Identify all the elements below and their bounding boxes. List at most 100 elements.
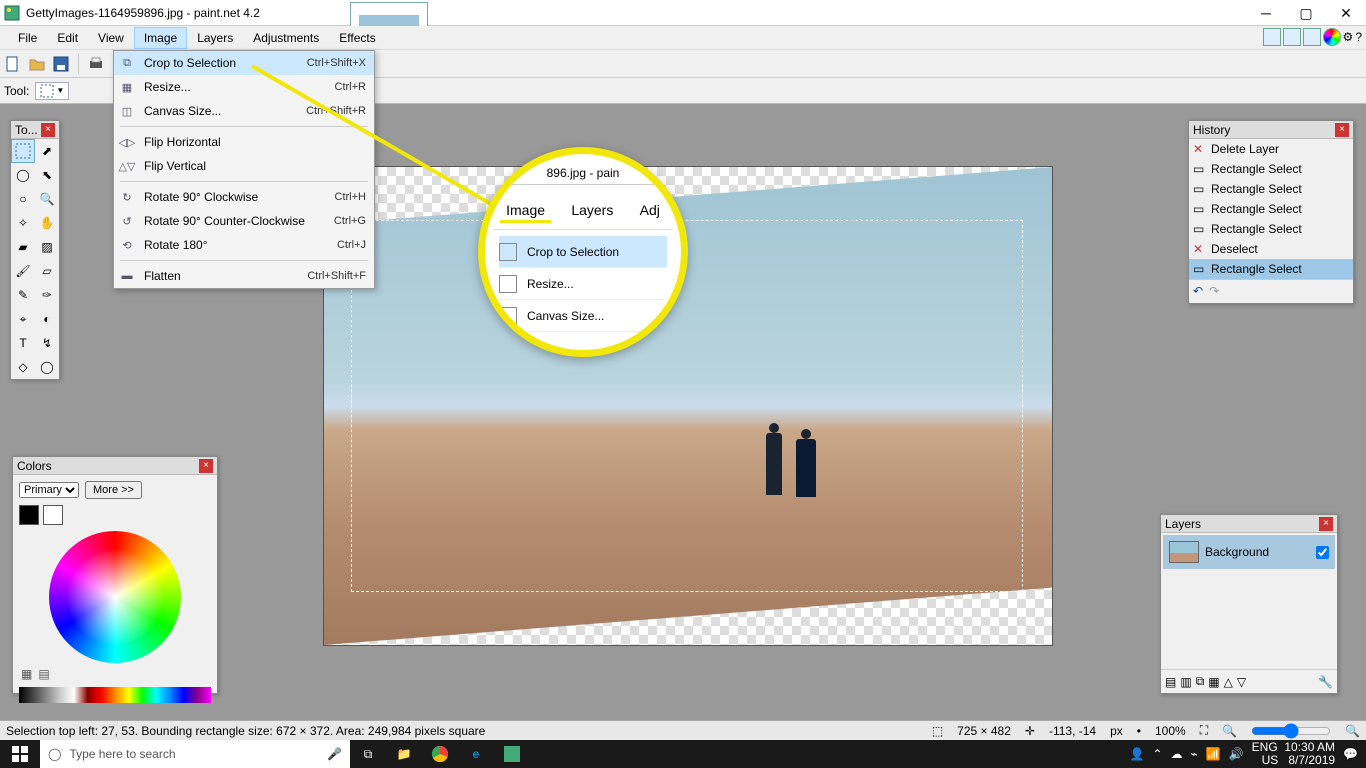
tool-rectangle-select[interactable] — [11, 139, 35, 163]
volume-icon[interactable]: 🔊 — [1229, 747, 1244, 761]
task-view-icon[interactable]: ⧉ — [350, 740, 386, 768]
tools-panel[interactable]: To...× ⬈ ◯ ⬉ ○ 🔍 ✧ ✋ ▰ ▨ 🖌 ▱ ✎ ✑ ⌖ ◐ T ↯… — [10, 120, 60, 380]
history-item[interactable]: ▭Rectangle Select — [1189, 219, 1353, 239]
tool-shapes[interactable]: ◇ — [11, 355, 35, 379]
taskbar-search[interactable]: ◯ Type here to search 🎤 — [40, 740, 350, 768]
color-wheel[interactable] — [49, 531, 181, 663]
new-icon[interactable] — [4, 55, 22, 73]
menu-resize[interactable]: ▦ Resize... Ctrl+R — [114, 75, 374, 99]
tool-paintbrush[interactable]: 🖌 — [11, 259, 35, 283]
tool-color-picker[interactable]: ✑ — [35, 283, 59, 307]
redo-icon[interactable]: ↷ — [1209, 284, 1219, 298]
layer-visibility-checkbox[interactable] — [1316, 546, 1329, 559]
notifications-icon[interactable]: 💬 — [1343, 747, 1358, 761]
edge-icon[interactable]: e — [458, 740, 494, 768]
print-icon[interactable] — [87, 55, 105, 73]
undo-icon[interactable]: ↶ — [1193, 284, 1203, 298]
tool-clone[interactable]: ⌖ — [11, 307, 35, 331]
menu-rotate-cw[interactable]: ↻ Rotate 90° Clockwise Ctrl+H — [114, 185, 374, 209]
history-item[interactable]: ▭Rectangle Select — [1189, 179, 1353, 199]
secondary-color-swatch[interactable] — [43, 505, 63, 525]
units-label[interactable]: px — [1110, 724, 1123, 738]
more-button[interactable]: More >> — [85, 481, 142, 499]
menu-effects[interactable]: Effects — [329, 27, 385, 49]
maximize-button[interactable]: ▢ — [1286, 0, 1326, 26]
menu-rotate-ccw[interactable]: ↺ Rotate 90° Counter-Clockwise Ctrl+G — [114, 209, 374, 233]
tool-move[interactable]: ⬉ — [35, 163, 59, 187]
tool-pan[interactable]: ✋ — [35, 211, 59, 235]
close-icon[interactable]: × — [41, 123, 55, 137]
history-window-icon[interactable] — [1283, 28, 1301, 46]
tool-paint-bucket[interactable]: ▰ — [11, 235, 35, 259]
selection-marquee[interactable] — [351, 220, 1023, 592]
menu-edit[interactable]: Edit — [47, 27, 88, 49]
open-icon[interactable] — [28, 55, 46, 73]
history-item[interactable]: ✕Deselect — [1189, 239, 1353, 259]
gear-icon[interactable]: ⚙ — [1343, 30, 1354, 44]
bluetooth-icon[interactable]: ⌁ — [1191, 747, 1198, 761]
tool-line[interactable]: ↯ — [35, 331, 59, 355]
start-button[interactable] — [0, 740, 40, 768]
minimize-button[interactable]: ─ — [1246, 0, 1286, 26]
layer-up-icon[interactable]: △ — [1224, 675, 1233, 689]
system-clock[interactable]: ENG 10:30 AM US 8/7/2019 — [1252, 741, 1335, 767]
menu-flatten[interactable]: ▬ Flatten Ctrl+Shift+F — [114, 264, 374, 288]
colors-window-icon[interactable] — [1323, 28, 1341, 46]
layers-panel[interactable]: Layers× Background ▤ ▥ ⧉ ▦ △ ▽ 🔧 — [1160, 514, 1338, 694]
onedrive-icon[interactable]: ☁ — [1171, 747, 1183, 761]
close-icon[interactable]: × — [1335, 123, 1349, 137]
tool-text[interactable]: T — [11, 331, 35, 355]
close-button[interactable]: ✕ — [1326, 0, 1366, 26]
palette-add-icon[interactable]: ▤ — [38, 667, 49, 681]
tool-magic-wand[interactable]: ✧ — [11, 211, 35, 235]
color-palette[interactable] — [19, 687, 211, 703]
menu-view[interactable]: View — [88, 27, 134, 49]
history-item[interactable]: ▭Rectangle Select — [1189, 259, 1353, 279]
tool-zoom[interactable]: 🔍 — [35, 187, 59, 211]
color-mode-select[interactable]: Primary — [19, 482, 79, 498]
people-icon[interactable]: 👤 — [1130, 747, 1145, 761]
add-layer-icon[interactable]: ▤ — [1165, 675, 1176, 689]
menu-adjustments[interactable]: Adjustments — [243, 27, 329, 49]
help-icon[interactable]: ? — [1355, 30, 1362, 44]
wifi-icon[interactable]: 📶 — [1206, 747, 1221, 761]
menu-rotate-180[interactable]: ⟲ Rotate 180° Ctrl+J — [114, 233, 374, 257]
history-item[interactable]: ▭Rectangle Select — [1189, 159, 1353, 179]
tool-gradient[interactable]: ▨ — [35, 235, 59, 259]
close-icon[interactable]: × — [199, 459, 213, 473]
history-item[interactable]: ✕Delete Layer — [1189, 139, 1353, 159]
duplicate-layer-icon[interactable]: ⧉ — [1196, 674, 1205, 689]
zoom-fit-icon[interactable]: ⛶ — [1200, 723, 1208, 738]
menu-layers[interactable]: Layers — [187, 27, 243, 49]
tools-window-icon[interactable] — [1263, 28, 1281, 46]
menu-file[interactable]: File — [8, 27, 47, 49]
tool-lasso[interactable]: ◯ — [11, 163, 35, 187]
primary-color-swatch[interactable] — [19, 505, 39, 525]
delete-layer-icon[interactable]: ▥ — [1180, 675, 1191, 689]
history-item[interactable]: ▭Rectangle Select — [1189, 199, 1353, 219]
tray-chevron-up-icon[interactable]: ⌃ — [1152, 747, 1162, 761]
zoom-in-icon[interactable]: 🔍 — [1345, 724, 1360, 738]
tool-recolor[interactable]: ◐ — [35, 307, 59, 331]
merge-layer-icon[interactable]: ▦ — [1208, 675, 1219, 689]
menu-image[interactable]: Image — [134, 27, 187, 49]
zoom-out-icon[interactable]: 🔍 — [1222, 724, 1237, 738]
tool-move-selection[interactable]: ⬈ — [35, 139, 59, 163]
tool-pencil[interactable]: ✎ — [11, 283, 35, 307]
menu-flip-vertical[interactable]: △▽ Flip Vertical — [114, 154, 374, 178]
menu-flip-horizontal[interactable]: ◁▷ Flip Horizontal — [114, 130, 374, 154]
layers-window-icon[interactable] — [1303, 28, 1321, 46]
chrome-icon[interactable] — [422, 740, 458, 768]
layer-down-icon[interactable]: ▽ — [1237, 675, 1246, 689]
layer-props-icon[interactable]: 🔧 — [1318, 675, 1333, 689]
file-explorer-icon[interactable]: 📁 — [386, 740, 422, 768]
palette-icon[interactable]: ▦ — [21, 667, 32, 681]
history-panel[interactable]: History× ✕Delete Layer ▭Rectangle Select… — [1188, 120, 1354, 304]
colors-panel[interactable]: Colors× Primary More >> ▦ ▤ — [12, 456, 218, 694]
tool-selector[interactable]: ▼ — [35, 82, 69, 100]
tool-eraser[interactable]: ▱ — [35, 259, 59, 283]
zoom-slider[interactable] — [1251, 723, 1331, 739]
tool-ellipse-select[interactable]: ○ — [11, 187, 35, 211]
menu-crop-to-selection[interactable]: ⧉ Crop to Selection Ctrl+Shift+X — [114, 51, 374, 75]
close-icon[interactable]: × — [1319, 517, 1333, 531]
